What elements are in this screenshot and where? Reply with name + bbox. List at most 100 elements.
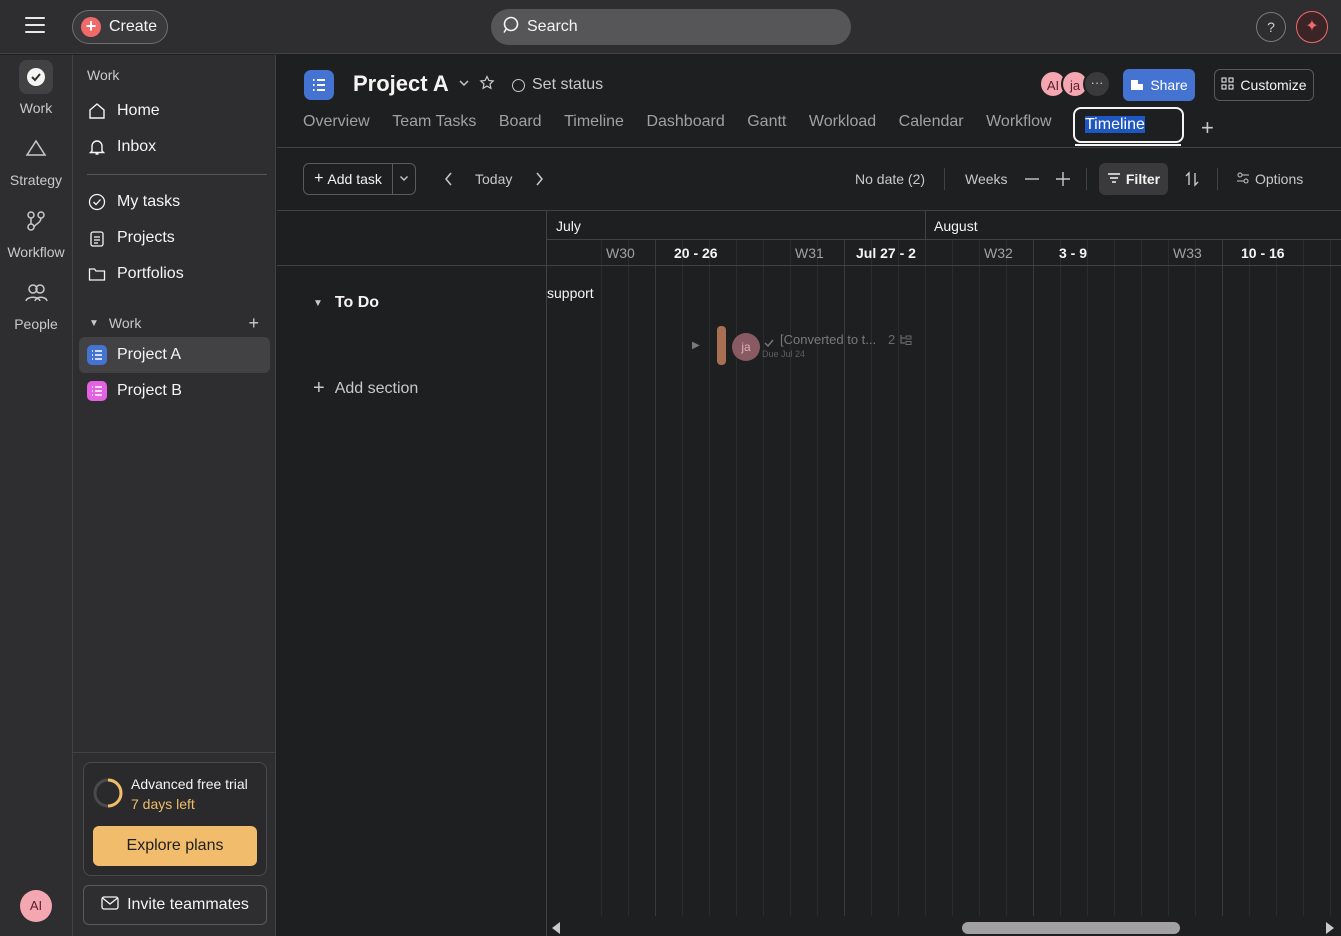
expand-subtasks-icon[interactable]: ▶: [692, 340, 700, 351]
more-members-icon[interactable]: ···: [1083, 70, 1111, 98]
user-avatar[interactable]: AI: [20, 890, 52, 922]
add-project-icon[interactable]: +: [248, 313, 259, 334]
sidebar-item-project-a[interactable]: Project A: [79, 337, 270, 373]
rail-item-workflow[interactable]: Workflow: [0, 204, 72, 260]
create-button[interactable]: + Create: [72, 10, 168, 44]
task-title[interactable]: [Converted to t...: [780, 332, 876, 347]
toolbar-divider: [944, 168, 945, 190]
chevron-right-icon[interactable]: [533, 171, 545, 190]
sidebar-item-inbox[interactable]: Inbox: [79, 129, 270, 165]
partial-task-label[interactable]: support: [547, 285, 594, 301]
week-range: 10 - 16: [1241, 245, 1285, 261]
section-header-to-do[interactable]: ▼ To Do: [313, 294, 379, 312]
timeline-grid: July August W30 20 - 26 W31 Jul 27 - 2 W…: [547, 211, 1341, 936]
sidebar-group-label: Work: [108, 315, 142, 331]
horizontal-scrollbar[interactable]: [547, 916, 1341, 936]
tab-dashboard[interactable]: Dashboard: [646, 113, 724, 131]
tab-workload[interactable]: Workload: [809, 113, 876, 131]
invite-teammates-button[interactable]: Invite teammates: [83, 885, 267, 925]
sidebar-item-label: Project B: [117, 382, 182, 399]
filter-button[interactable]: Filter: [1099, 163, 1168, 195]
rail-item-people[interactable]: People: [0, 276, 72, 332]
rail-item-strategy[interactable]: Strategy: [0, 132, 72, 188]
section-name: To Do: [334, 294, 380, 311]
zoom-out-icon[interactable]: [1024, 171, 1040, 190]
check-circle-icon: [87, 192, 107, 212]
header-divider: [277, 147, 1341, 148]
home-icon: [87, 101, 107, 121]
caret-down-icon[interactable]: ▼: [313, 298, 323, 309]
sidebar-group-work[interactable]: ▼ Work +: [89, 313, 269, 334]
rail-item-work[interactable]: Work: [0, 60, 72, 116]
timeline-day-gridline: [628, 239, 629, 919]
add-section-button[interactable]: + Add section: [313, 377, 418, 400]
help-button[interactable]: ?: [1256, 12, 1286, 42]
sidebar-item-label: My tasks: [117, 193, 181, 210]
chevron-down-icon[interactable]: [457, 76, 471, 93]
set-status-button[interactable]: Set status: [512, 76, 603, 94]
tab-calendar[interactable]: Calendar: [899, 113, 964, 131]
star-icon[interactable]: [479, 75, 495, 94]
explore-plans-button[interactable]: Explore plans: [93, 826, 257, 866]
plus-icon: +: [81, 17, 101, 37]
sidebar-item-portfolios[interactable]: Portfolios: [79, 256, 270, 292]
timeline-day-gridline: [1060, 239, 1061, 919]
tab-board[interactable]: Board: [499, 113, 542, 131]
sidebar-item-project-b[interactable]: Project B: [79, 373, 270, 409]
list-icon: [87, 381, 107, 401]
caret-down-icon: ▼: [89, 317, 99, 329]
ai-sparkle-button[interactable]: ✦: [1296, 11, 1328, 43]
scroll-right-icon[interactable]: [1325, 921, 1335, 936]
tab-overview[interactable]: Overview: [303, 113, 370, 131]
sidebar-divider: [87, 174, 267, 175]
timeline-day-gridline: [1330, 239, 1331, 919]
sidebar-item-projects[interactable]: Projects: [79, 220, 270, 256]
sidebar-heading-work: Work: [87, 67, 120, 83]
tab-workflow[interactable]: Workflow: [986, 113, 1052, 131]
timeline-day-gridline: [1303, 239, 1304, 919]
menu-icon[interactable]: [25, 17, 45, 35]
timeline-day-gridline: [655, 239, 656, 919]
weeks-zoom-label[interactable]: Weeks: [965, 171, 1008, 187]
sidebar-item-my-tasks[interactable]: My tasks: [79, 184, 270, 220]
task-assignee-avatar[interactable]: ja: [732, 333, 760, 361]
chevron-down-icon[interactable]: [393, 171, 415, 187]
chevron-left-icon[interactable]: [443, 171, 455, 190]
sort-icon[interactable]: [1185, 171, 1199, 190]
sidebar-item-label: Project A: [117, 346, 182, 363]
tab-team-tasks[interactable]: Team Tasks: [392, 113, 476, 131]
share-icon: [1130, 77, 1144, 94]
options-button[interactable]: Options: [1236, 171, 1303, 187]
timeline-day-gridline: [925, 239, 926, 919]
invite-label: Invite teammates: [127, 896, 249, 913]
scrollbar-thumb[interactable]: [962, 922, 1180, 934]
section-list-panel: ▼ To Do + Add section: [277, 211, 547, 936]
toolbar-divider: [1217, 168, 1218, 190]
search-icon: [503, 16, 521, 39]
rail-label: Workflow: [7, 244, 65, 260]
zoom-in-icon[interactable]: [1055, 171, 1071, 190]
tab-gantt[interactable]: Gantt: [747, 113, 786, 131]
tab-timeline[interactable]: Timeline: [564, 113, 624, 131]
add-task-button[interactable]: + Add task: [303, 163, 416, 195]
timeline-day-gridline: [1114, 239, 1115, 919]
today-button[interactable]: Today: [475, 171, 512, 187]
people-icon: [19, 276, 53, 310]
add-task-main[interactable]: + Add task: [304, 164, 393, 194]
tab-rename-input[interactable]: Timeline: [1073, 107, 1184, 143]
workflow-icon: [19, 204, 53, 238]
add-tab-icon[interactable]: +: [1201, 115, 1214, 141]
trial-title: Advanced free trial: [131, 776, 248, 792]
main-content: Project A Set status AI ja ··· Share Cus…: [277, 55, 1341, 936]
active-tab-indicator: [1075, 144, 1181, 146]
week-range: 20 - 26: [674, 245, 718, 261]
task-bar[interactable]: [717, 326, 726, 365]
share-button[interactable]: Share: [1123, 69, 1195, 101]
scroll-left-icon[interactable]: [551, 921, 561, 936]
status-circle-icon: [512, 78, 525, 92]
search-bar[interactable]: Search: [491, 9, 851, 45]
customize-button[interactable]: Customize: [1214, 69, 1314, 101]
no-date-button[interactable]: No date (2): [855, 171, 925, 187]
project-title[interactable]: Project A: [353, 71, 449, 97]
sidebar-item-home[interactable]: Home: [79, 93, 270, 129]
